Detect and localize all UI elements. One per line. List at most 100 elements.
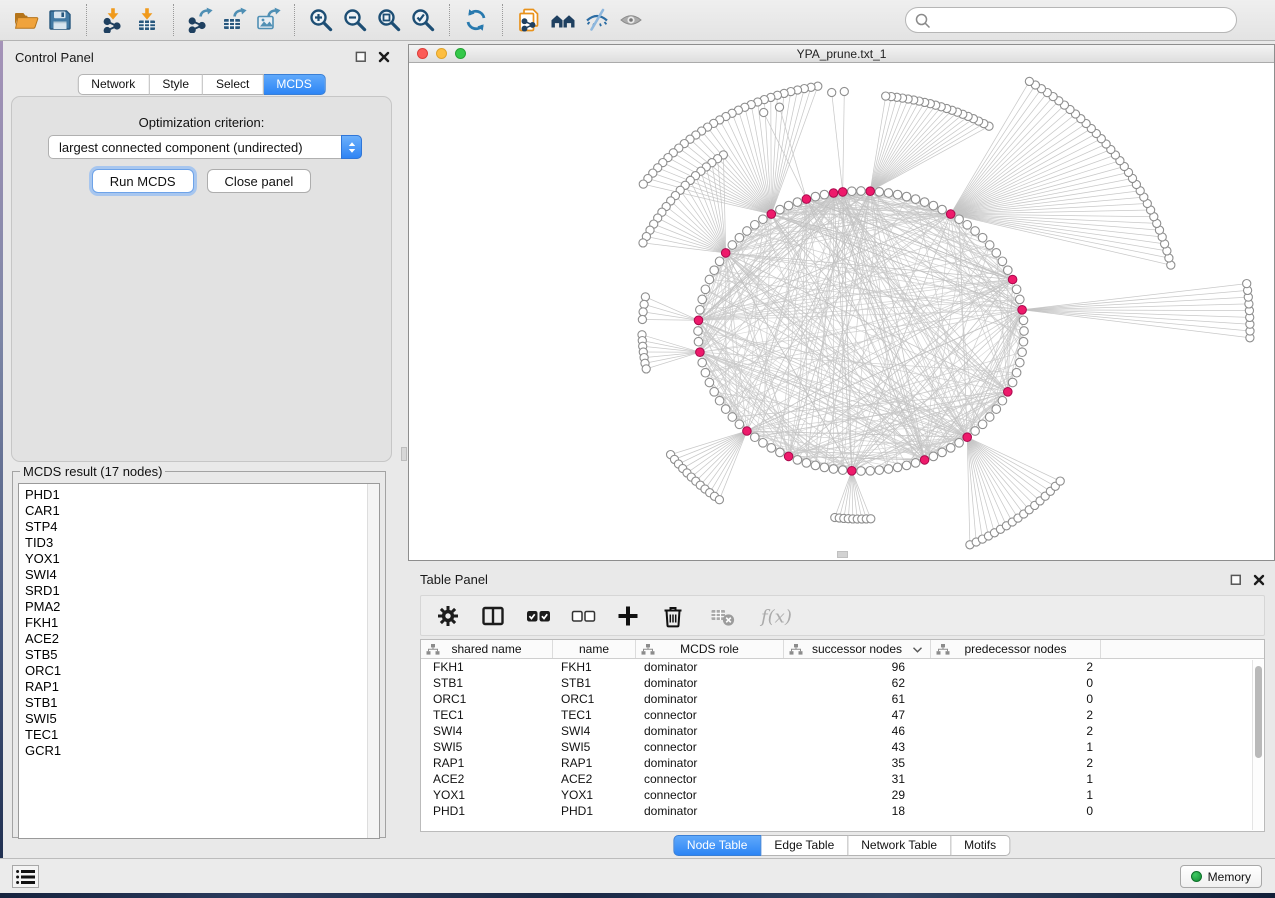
memory-label: Memory [1208,870,1251,884]
float-panel-icon[interactable] [355,51,367,63]
zoom-fit-icon[interactable] [372,5,406,35]
mcds-result-item[interactable]: GCR1 [25,743,379,759]
settings-gear-icon[interactable] [433,601,463,631]
mcds-result-item[interactable]: STB1 [25,695,379,711]
import-table-icon[interactable] [130,5,164,35]
table-row[interactable]: ORC1ORC1dominator610 [421,691,1264,707]
mcds-result-item[interactable]: FKH1 [25,615,379,631]
hide-selected-icon[interactable] [580,5,614,35]
export-table-icon[interactable] [217,5,251,35]
select-all-checked-icon[interactable] [523,601,553,631]
search-input[interactable] [935,13,1236,28]
table-row[interactable]: SWI4SWI4dominator462 [421,723,1264,739]
save-session-icon[interactable] [43,5,77,35]
export-network-icon[interactable] [183,5,217,35]
table-cell: PHD1 [553,803,636,819]
mcds-result-list[interactable]: PHD1CAR1STP4TID3YOX1SWI4SRD1PMA2FKH1ACE2… [18,483,380,839]
column-header-shared-name[interactable]: shared name [421,640,553,658]
delete-column-icon[interactable] [658,601,688,631]
open-session-icon[interactable] [9,5,43,35]
zoom-selected-icon[interactable] [406,5,440,35]
table-cell: 46 [784,723,931,739]
panel-list-button[interactable] [12,865,39,888]
mcds-result-item[interactable]: RAP1 [25,679,379,695]
zoom-out-icon[interactable] [338,5,372,35]
mcds-result-item[interactable]: SWI4 [25,567,379,583]
shared-column-icon [641,644,655,655]
tab-network-table[interactable]: Network Table [848,835,951,856]
mcds-result-item[interactable]: STP4 [25,519,379,535]
tab-select[interactable]: Select [203,74,263,95]
mcds-result-item[interactable]: PHD1 [25,487,379,503]
network-canvas[interactable] [409,63,1274,560]
splitter-grip[interactable] [401,447,407,461]
column-header-name[interactable]: name [553,640,636,658]
table-row[interactable]: RAP1RAP1dominator352 [421,755,1264,771]
table-scrollbar[interactable] [1252,660,1263,830]
tab-style[interactable]: Style [149,74,203,95]
export-image-icon[interactable] [251,5,285,35]
mcds-list-scrollbar[interactable] [367,484,379,838]
column-header-predecessor-nodes[interactable]: predecessor nodes [931,640,1101,658]
mcds-result-item[interactable]: STB5 [25,647,379,663]
deselect-all-unchecked-icon[interactable] [568,601,598,631]
memory-button[interactable]: Memory [1180,865,1262,888]
table-scrollbar-thumb[interactable] [1255,666,1262,758]
mcds-result-item[interactable]: TID3 [25,535,379,551]
shared-column-icon [789,644,803,655]
tab-node-table[interactable]: Node Table [673,835,762,856]
show-all-icon[interactable] [614,5,648,35]
search-box[interactable] [905,7,1237,33]
column-header-MCDS-role[interactable]: MCDS role [636,640,784,658]
status-bar: Memory [0,858,1275,893]
tab-edge-table[interactable]: Edge Table [761,835,848,856]
clone-network-icon[interactable] [512,5,546,35]
close-panel-icon[interactable] [378,51,390,63]
mcds-result-item[interactable]: SWI5 [25,711,379,727]
mcds-result-item[interactable]: SRD1 [25,583,379,599]
table-row[interactable]: YOX1YOX1connector291 [421,787,1264,803]
control-panel: Control Panel NetworkStyleSelectMCDS Opt… [3,41,400,858]
table-cell: PHD1 [421,803,553,819]
import-network-icon[interactable] [96,5,130,35]
toolbar-group [173,4,294,36]
table-row[interactable]: SWI5SWI5connector431 [421,739,1264,755]
network-window-titlebar[interactable]: YPA_prune.txt_1 [409,45,1274,63]
panel-splitter[interactable] [400,41,408,858]
column-header-successor-nodes[interactable]: successor nodes [784,640,931,658]
table-cell: connector [636,739,784,755]
tab-mcds[interactable]: MCDS [263,74,325,95]
table-cell: FKH1 [421,659,553,675]
table-cell: 1 [931,739,1101,755]
binoculars-search-icon[interactable] [546,5,580,35]
float-panel-icon[interactable] [1230,574,1242,586]
mcds-result-item[interactable]: CAR1 [25,503,379,519]
table-row[interactable]: FKH1FKH1dominator962 [421,659,1264,675]
mcds-result-item[interactable]: ACE2 [25,631,379,647]
table-row[interactable]: TEC1TEC1connector472 [421,707,1264,723]
mcds-result-item[interactable]: PMA2 [25,599,379,615]
criterion-select[interactable]: largest connected component (undirected) [48,135,362,159]
table-row[interactable]: PHD1PHD1dominator180 [421,803,1264,819]
split-panel-icon[interactable] [478,601,508,631]
tab-motifs[interactable]: Motifs [951,835,1010,856]
mcds-result-item[interactable]: YOX1 [25,551,379,567]
zoom-in-icon[interactable] [304,5,338,35]
run-mcds-button[interactable]: Run MCDS [92,169,194,193]
refresh-view-icon[interactable] [459,5,493,35]
sort-desc-icon [912,646,923,654]
mcds-result-item[interactable]: TEC1 [25,727,379,743]
mcds-result-item[interactable]: ORC1 [25,663,379,679]
column-label: shared name [451,642,521,656]
add-column-icon[interactable] [613,601,643,631]
tab-network[interactable]: Network [77,74,149,95]
canvas-resize-handle[interactable] [837,551,848,558]
table-cell: SWI4 [421,723,553,739]
table-row[interactable]: STB1STB1dominator620 [421,675,1264,691]
function-builder-disabled-icon: f(x) [758,601,798,631]
network-graph[interactable] [409,63,1274,560]
close-panel-icon[interactable] [1253,574,1265,586]
table-row[interactable]: ACE2ACE2connector311 [421,771,1264,787]
close-panel-button[interactable]: Close panel [207,169,312,193]
toolbar-group [294,4,449,36]
